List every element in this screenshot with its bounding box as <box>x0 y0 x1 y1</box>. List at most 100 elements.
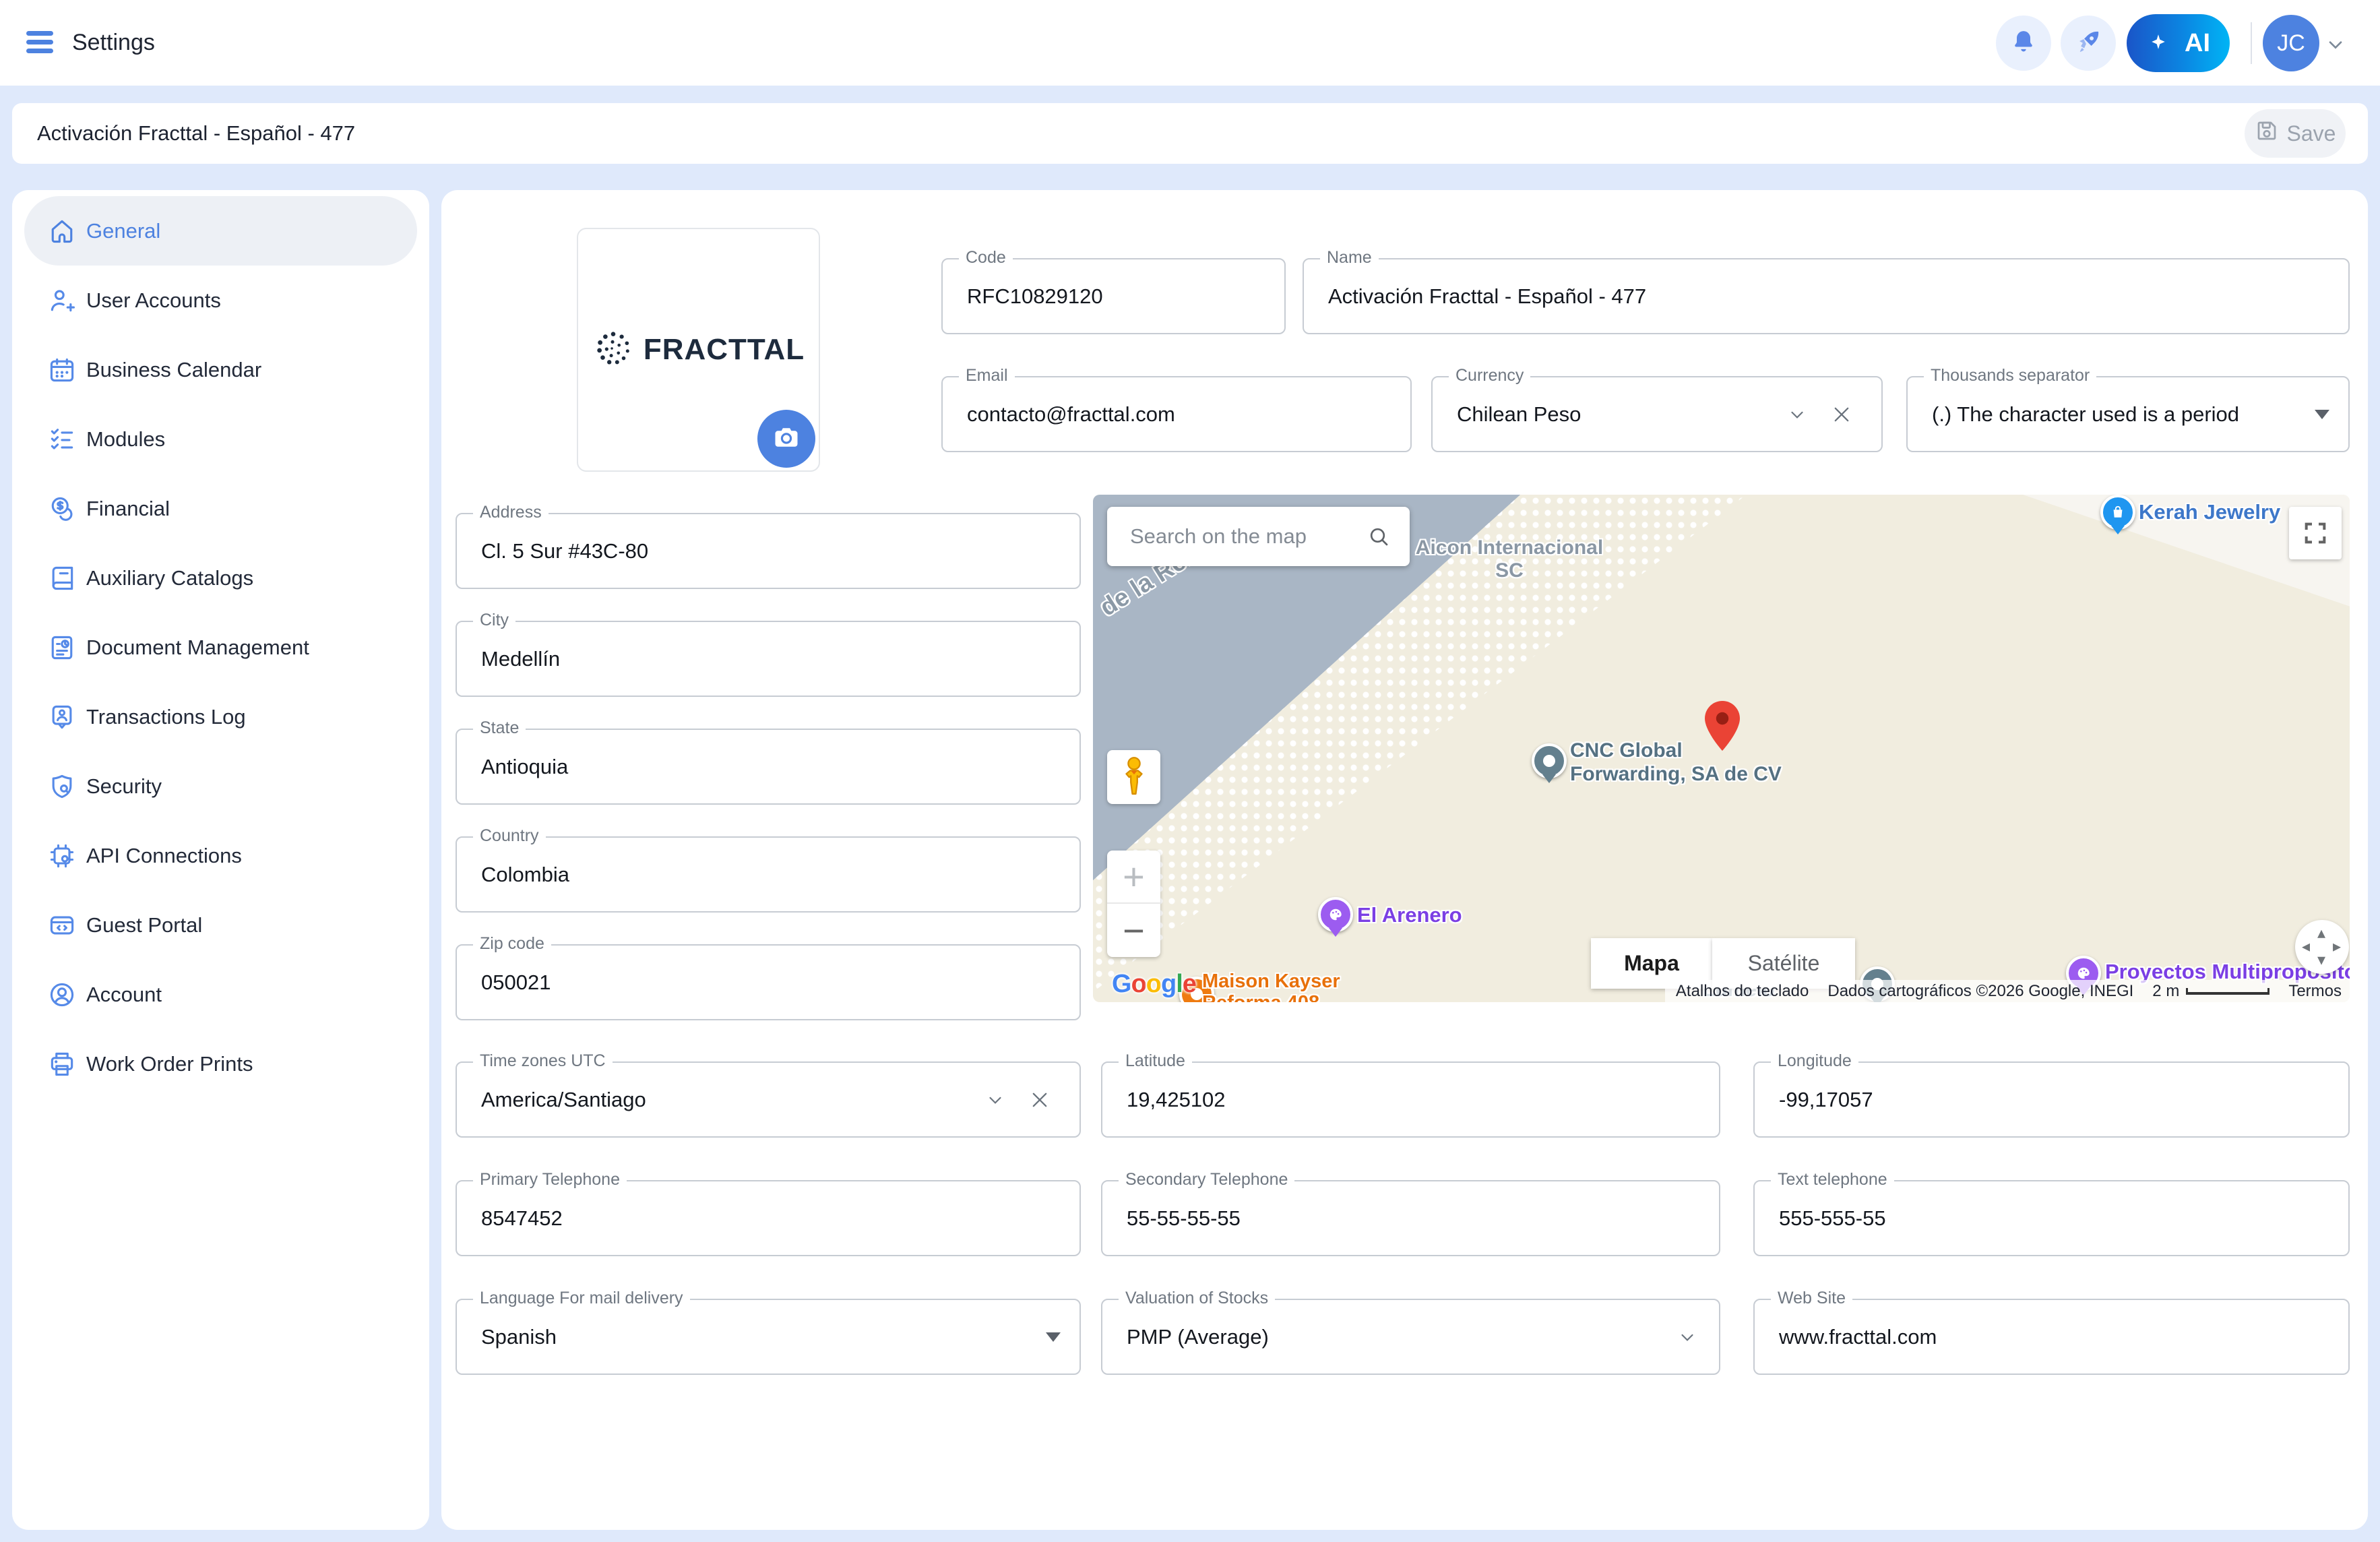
text-telephone-field[interactable]: Text telephone 555-555-55 <box>1753 1170 2350 1256</box>
currency-label: Currency <box>1449 366 1531 386</box>
country-value: Colombia <box>481 862 569 886</box>
address-value: Cl. 5 Sur #43C-80 <box>481 538 649 563</box>
top-bar: Settings AI JC <box>0 0 2380 86</box>
sidebar-item-guest-portal[interactable]: Guest Portal <box>24 890 417 960</box>
code-field[interactable]: Code RFC10829120 <box>941 248 1286 334</box>
whats-new-button[interactable] <box>2061 16 2116 71</box>
sidebar-item-account[interactable]: Account <box>24 960 417 1029</box>
poi-label-aicon: Aicon Internacional SC <box>1415 536 1604 582</box>
latitude-field[interactable]: Latitude 19,425102 <box>1101 1051 1720 1138</box>
breadcrumb: Activación Fracttal - Español - 477 <box>37 121 356 145</box>
currency-value: Chilean Peso <box>1457 402 1582 426</box>
longitude-label: Longitude <box>1771 1051 1858 1071</box>
save-icon <box>2255 119 2279 148</box>
clear-icon[interactable] <box>1830 403 1853 426</box>
poi-pin-arenero[interactable] <box>1318 897 1353 932</box>
settings-sidebar: General User Accounts Business Calendar … <box>12 190 429 1530</box>
address-field[interactable]: Address Cl. 5 Sur #43C-80 <box>456 503 1081 589</box>
arrow-left-icon: ◂ <box>2302 937 2311 956</box>
toolbar: Activación Fracttal - Español - 477 Save <box>12 103 2368 164</box>
poi-label-kerah: Kerah Jewelry <box>2139 500 2281 524</box>
menu-icon[interactable] <box>26 31 53 54</box>
sidebar-item-label: Guest Portal <box>86 913 203 937</box>
mail-language-value: Spanish <box>481 1324 557 1349</box>
primary-telephone-value: 8547452 <box>481 1206 563 1230</box>
chevron-down-icon[interactable] <box>2325 34 2346 59</box>
fracttal-logo-text: FRACTTAL <box>643 333 805 366</box>
person-badge-icon <box>47 702 77 732</box>
city-value: Medellín <box>481 646 561 671</box>
website-label: Web Site <box>1771 1289 1852 1308</box>
sidebar-item-label: Auxiliary Catalogs <box>86 565 254 590</box>
sidebar-item-work-order-prints[interactable]: Work Order Prints <box>24 1029 417 1099</box>
name-label: Name <box>1320 248 1379 268</box>
secondary-telephone-label: Secondary Telephone <box>1119 1170 1295 1190</box>
state-field[interactable]: State Antioquia <box>456 718 1081 805</box>
poi-pin-cnc[interactable] <box>1532 743 1567 778</box>
country-field[interactable]: Country Colombia <box>456 826 1081 913</box>
change-logo-button[interactable] <box>757 410 815 468</box>
sidebar-item-document-management[interactable]: Document Management <box>24 613 417 682</box>
notifications-button[interactable] <box>1996 16 2051 71</box>
chevron-down-icon[interactable] <box>985 1090 1005 1110</box>
sidebar-item-general[interactable]: General <box>24 196 417 266</box>
mail-language-select[interactable]: Language For mail delivery Spanish <box>456 1289 1081 1375</box>
thousands-separator-value: (.) The character used is a period <box>1932 402 2240 426</box>
sidebar-item-security[interactable]: Security <box>24 751 417 821</box>
sidebar-item-user-accounts[interactable]: User Accounts <box>24 266 417 335</box>
sidebar-item-auxiliary-catalogs[interactable]: Auxiliary Catalogs <box>24 543 417 613</box>
longitude-value: -99,17057 <box>1779 1087 1873 1111</box>
avatar[interactable]: JC <box>2263 15 2319 71</box>
fullscreen-button[interactable] <box>2289 507 2342 559</box>
sidebar-item-label: Financial <box>86 496 170 520</box>
poi-label-maison: Maison Kayser Reforma 408 <box>1202 970 1340 1002</box>
timezone-field[interactable]: Time zones UTC America/Santiago <box>456 1051 1081 1138</box>
save-button-label: Save <box>2286 121 2336 146</box>
sidebar-item-financial[interactable]: Financial <box>24 474 417 543</box>
city-field[interactable]: City Medellín <box>456 611 1081 697</box>
sidebar-item-modules[interactable]: Modules <box>24 404 417 474</box>
city-label: City <box>473 611 516 630</box>
sidebar-item-label: General <box>86 218 161 243</box>
person-circle-icon <box>47 980 77 1010</box>
sidebar-item-transactions-log[interactable]: Transactions Log <box>24 682 417 751</box>
google-map[interactable]: de la Reforma Aicon Internacional SC Sea… <box>1093 495 2350 1002</box>
sidebar-item-label: Modules <box>86 427 166 451</box>
sidebar-item-api-connections[interactable]: API Connections <box>24 821 417 890</box>
save-button[interactable]: Save <box>2245 109 2346 158</box>
timezone-label: Time zones UTC <box>473 1051 613 1071</box>
longitude-field[interactable]: Longitude -99,17057 <box>1753 1051 2350 1138</box>
zoom-in-button[interactable]: + <box>1107 851 1160 904</box>
sidebar-item-label: Document Management <box>86 635 309 659</box>
sidebar-item-label: Transactions Log <box>86 704 246 729</box>
chevron-down-icon[interactable] <box>1787 404 1807 425</box>
sparkle-icon <box>2150 33 2167 54</box>
poi-pin-kerah[interactable] <box>2100 495 2135 530</box>
latitude-label: Latitude <box>1119 1051 1192 1071</box>
email-field[interactable]: Email contacto@fracttal.com <box>941 366 1412 452</box>
map-search-placeholder: Search on the map <box>1130 524 1307 548</box>
dropdown-arrow-icon[interactable] <box>2315 409 2329 419</box>
ai-assistant-button[interactable]: AI <box>2127 14 2230 72</box>
primary-telephone-field[interactable]: Primary Telephone 8547452 <box>456 1170 1081 1256</box>
thousands-separator-select[interactable]: Thousands separator (.) The character us… <box>1906 366 2350 452</box>
zoom-out-button[interactable]: − <box>1107 904 1160 957</box>
keyboard-shortcuts-link[interactable]: Atalhos do teclado <box>1676 982 1809 1001</box>
dropdown-arrow-icon[interactable] <box>1046 1332 1061 1342</box>
name-field[interactable]: Name Activación Fracttal - Español - 477 <box>1303 248 2350 334</box>
map-search-input[interactable]: Search on the map <box>1107 507 1410 566</box>
pegman-control[interactable] <box>1107 750 1160 804</box>
arrow-up-icon: ▴ <box>2317 924 2326 942</box>
chevron-down-icon[interactable] <box>1677 1327 1697 1347</box>
clear-icon[interactable] <box>1028 1088 1051 1111</box>
general-settings-panel: FRACTTAL Code RFC10829120 Name Activació… <box>441 190 2368 1530</box>
currency-field[interactable]: Currency Chilean Peso <box>1431 366 1883 452</box>
zip-code-field[interactable]: Zip code 050021 <box>456 934 1081 1020</box>
sidebar-item-business-calendar[interactable]: Business Calendar <box>24 335 417 404</box>
shield-icon <box>47 772 77 801</box>
website-field[interactable]: Web Site www.fracttal.com <box>1753 1289 2350 1375</box>
pan-control[interactable]: ▴ ▾ ◂ ▸ <box>2295 920 2349 974</box>
stock-valuation-select[interactable]: Valuation of Stocks PMP (Average) <box>1101 1289 1720 1375</box>
terms-link[interactable]: Termos <box>2288 982 2342 1001</box>
secondary-telephone-field[interactable]: Secondary Telephone 55-55-55-55 <box>1101 1170 1720 1256</box>
